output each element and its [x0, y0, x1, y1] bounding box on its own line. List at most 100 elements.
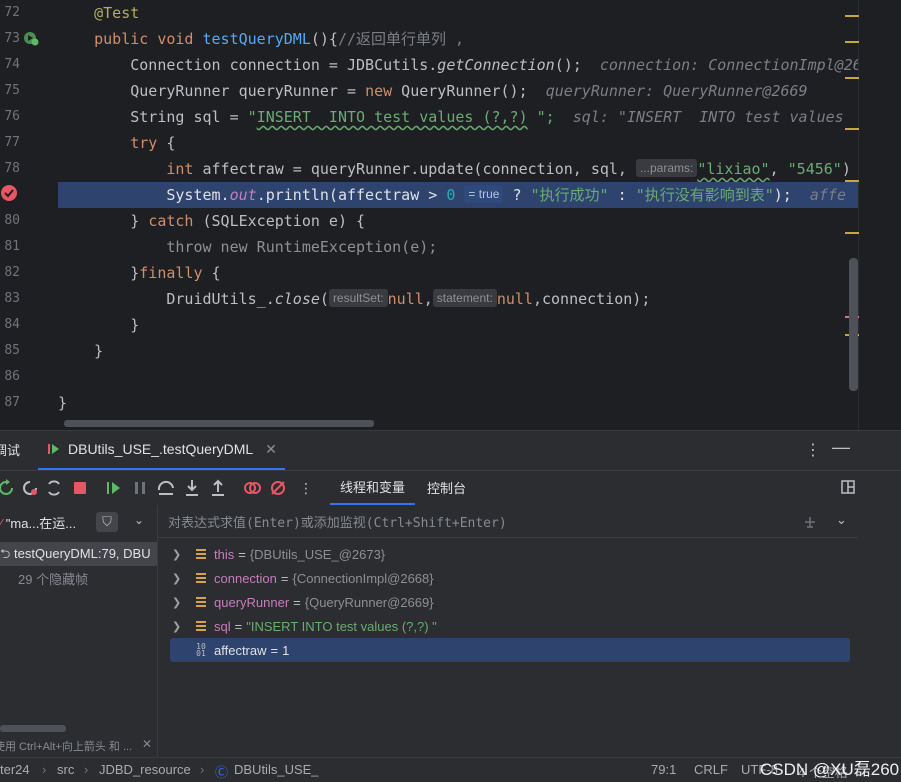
warning-marker[interactable] [845, 41, 859, 43]
code-line-75: QueryRunner queryRunner = new QueryRunne… [58, 78, 858, 104]
add-watch-icon[interactable] [802, 514, 818, 530]
variable-name: queryRunner [214, 594, 290, 610]
code-text: ( [319, 290, 329, 308]
step-out-icon[interactable] [208, 478, 228, 498]
view-breakpoints-icon[interactable] [242, 478, 262, 498]
code-text: ); [773, 186, 792, 204]
code-editor[interactable]: 72 73 74 75 76 77 78 79 80 81 82 83 84 8… [0, 0, 901, 430]
code-line-81: throw new RuntimeException(e); [58, 234, 858, 260]
variable-row-sql[interactable]: ❯ sql = "INSERT INTO test values (?,?) " [170, 614, 850, 638]
expand-chevron-icon[interactable]: ❯ [172, 596, 188, 609]
eval-expand-chevron-icon[interactable]: ⌄ [836, 512, 847, 528]
variable-row-queryrunner[interactable]: ❯ queryRunner = {QueryRunner@2669} [170, 590, 850, 614]
warning-marker[interactable] [845, 77, 859, 79]
frames-hscroll[interactable] [0, 725, 66, 732]
close-tab-icon[interactable]: ✕ [265, 441, 277, 458]
tab-threads-variables[interactable]: 线程和变量 [330, 470, 416, 505]
line-separator[interactable]: CRLF [694, 762, 728, 777]
caret-position[interactable]: 79:1 [651, 762, 676, 777]
debug-session-tab[interactable]: DBUtils_USE_.testQueryDML ✕ [38, 430, 285, 470]
breakpoint-icon[interactable] [0, 184, 20, 204]
line-number: 75 [4, 83, 20, 98]
variable-name: sql [214, 618, 231, 634]
code-text: out [229, 186, 257, 204]
hidden-frames-label[interactable]: 29 个隐藏帧 [18, 569, 88, 588]
code-line-84: } [58, 312, 858, 338]
pause-icon[interactable] [130, 478, 150, 498]
filter-icon[interactable]: ⛉ [96, 512, 118, 532]
horizontal-scrollbar[interactable] [64, 420, 374, 427]
rerun-failed-icon[interactable] [20, 478, 40, 498]
evaluate-expression-input[interactable]: 对表达式求值(Enter)或添加监视(Ctrl+Shift+Enter) [158, 505, 858, 538]
code-text: } [130, 264, 140, 282]
expand-chevron-icon[interactable]: ❯ [172, 620, 188, 633]
expand-chevron-icon[interactable]: ❯ [172, 572, 188, 585]
minimize-icon[interactable]: — [832, 437, 850, 458]
ide-window: { "editor": { "line_numbers": ["72","73"… [0, 0, 901, 782]
vertical-scrollbar[interactable] [849, 258, 858, 391]
warning-marker[interactable] [845, 128, 859, 130]
step-into-icon[interactable] [182, 478, 202, 498]
junit-icon [48, 444, 59, 454]
breadcrumb-project[interactable]: ter24 [0, 762, 30, 777]
stop-icon[interactable] [70, 478, 90, 498]
stack-frame-selected[interactable]: ⮌ testQueryDML:79, DBU [0, 542, 157, 566]
line-number: 76 [4, 109, 20, 124]
variable-row-this[interactable]: ❯ this = {DBUtils_USE_@2673} [170, 542, 850, 566]
inline-value-hint: queryRunner: QueryRunner@2669 [545, 82, 808, 100]
code-text: (SQLException e) { [193, 212, 366, 230]
variable-equals: = [238, 546, 246, 562]
code-text: close [274, 290, 320, 308]
string-literal: INSERT INTO test values (?,?) [256, 108, 528, 126]
line-gutter[interactable]: 72 73 74 75 76 77 78 79 80 81 82 83 84 8… [0, 0, 58, 430]
line-number: 77 [4, 135, 20, 150]
field-icon [194, 571, 208, 585]
toolbar-more-icon[interactable]: ⋮ [296, 478, 316, 498]
line-number: 72 [4, 5, 20, 20]
field-icon [194, 595, 208, 609]
chevron-right-icon: › [42, 762, 47, 777]
code-text: getConnection [437, 56, 555, 74]
warning-marker[interactable] [845, 232, 859, 234]
close-tip-icon[interactable]: ✕ [142, 737, 152, 751]
variable-row-affectraw[interactable]: 10 01 affectraw = 1 [170, 638, 850, 662]
restart-icon[interactable] [44, 478, 64, 498]
chevron-down-icon[interactable]: ⌄ [134, 513, 144, 527]
run-test-icon[interactable] [22, 29, 40, 47]
warning-marker[interactable] [845, 180, 859, 182]
code-text: { [157, 134, 176, 152]
line-number: 81 [4, 239, 20, 254]
code-text: } [130, 316, 140, 334]
breadcrumb-class[interactable]: DBUtils_USE_ [234, 762, 319, 777]
mute-breakpoints-icon[interactable] [268, 478, 288, 498]
parameter-hint: ...params: [635, 159, 698, 177]
tab-console[interactable]: 控制台 [415, 470, 478, 505]
error-stripe[interactable] [858, 0, 901, 430]
string-literal: "执行没有影响到表" [635, 186, 774, 204]
code-text: Connection connection = JDBCutils. [130, 56, 438, 74]
breadcrumb-folder[interactable]: JDBD_resource [99, 762, 191, 777]
variable-value: "INSERT INTO test values (?,?) " [246, 618, 437, 634]
expand-chevron-icon[interactable]: ❯ [172, 548, 188, 561]
resume-icon[interactable] [104, 478, 124, 498]
keyword: public [94, 30, 149, 48]
code-text: ) [841, 160, 851, 178]
field-icon [194, 547, 208, 561]
code-text: , [769, 160, 788, 178]
layout-settings-icon[interactable] [840, 479, 856, 495]
code-text: } [130, 212, 149, 230]
breadcrumb-src[interactable]: src [57, 762, 74, 777]
code-text: : [608, 186, 636, 204]
keyword: catch [148, 212, 194, 230]
thread-label: "ma...在运... [5, 516, 77, 531]
line-number: 87 [4, 395, 20, 410]
string-literal: "5456" [787, 160, 842, 178]
code-line-72: @Test [58, 0, 858, 26]
thread-selector[interactable]: ⁄ "ma...在运... [0, 513, 92, 533]
more-options-icon[interactable]: ⋮ [805, 440, 821, 460]
variable-name: this [214, 546, 235, 562]
variable-row-connection[interactable]: ❯ connection = {ConnectionImpl@2668} [170, 566, 850, 590]
warning-marker[interactable] [845, 15, 859, 17]
step-over-icon[interactable] [156, 478, 176, 498]
rerun-icon[interactable] [0, 478, 16, 498]
